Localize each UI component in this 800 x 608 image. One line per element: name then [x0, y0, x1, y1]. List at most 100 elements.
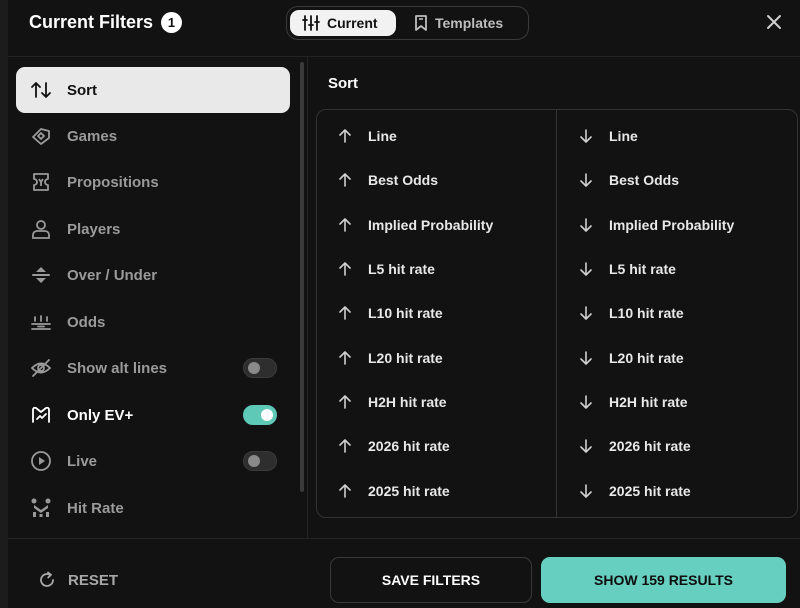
show-results-button[interactable]: SHOW 159 RESULTS — [541, 557, 786, 603]
eye-off-icon — [30, 357, 52, 379]
sort-option-label: L5 hit rate — [368, 261, 435, 277]
sort-descending-option[interactable]: Best Odds — [579, 168, 679, 192]
sort-option-label: 2026 hit rate — [609, 438, 691, 454]
sort-descending-option[interactable]: H2H hit rate — [579, 390, 688, 414]
sort-ascending-option[interactable]: Best Odds — [338, 168, 438, 192]
arrow-down-icon — [580, 351, 592, 365]
sidebar-item-odds[interactable]: Odds — [16, 299, 290, 345]
arrow-up-icon — [339, 173, 351, 187]
toggle-knob — [261, 409, 273, 421]
sort-arrows-icon — [30, 79, 52, 101]
sort-option-label: Best Odds — [368, 172, 439, 188]
sidebar-item-label: Odds — [67, 313, 106, 331]
toggle-knob — [248, 362, 260, 374]
arrow-down-icon — [580, 129, 592, 143]
tab-current-label: Current — [327, 15, 378, 31]
play-circle-icon — [30, 450, 52, 472]
toggle-knob — [248, 455, 260, 467]
show-alt-lines-toggle[interactable] — [243, 358, 277, 378]
sort-option-label: Line — [368, 128, 397, 144]
sort-ascending-option[interactable]: L20 hit rate — [338, 346, 443, 370]
filter-count-badge: 1 — [161, 12, 183, 33]
over-under-icon — [30, 264, 52, 286]
sort-ascending-option[interactable]: L10 hit rate — [338, 301, 443, 325]
sort-ascending-option[interactable]: Line — [338, 124, 397, 148]
sidebar-item-label: Only EV+ — [67, 406, 134, 424]
sliders-icon — [302, 15, 320, 31]
sort-ascending-option[interactable]: H2H hit rate — [338, 390, 447, 414]
close-icon[interactable] — [765, 13, 783, 31]
only-ev-toggle[interactable] — [243, 405, 277, 425]
arrow-down-icon — [580, 262, 592, 276]
sort-option-label: 2025 hit rate — [609, 483, 691, 499]
sort-option-label: 2026 hit rate — [368, 438, 450, 454]
sort-ascending-option[interactable]: Implied Probability — [338, 213, 493, 237]
arrow-up-icon — [339, 129, 351, 143]
sort-option-label: H2H hit rate — [368, 394, 447, 410]
arrow-up-icon — [339, 484, 351, 498]
sort-option-label: L10 hit rate — [368, 305, 443, 321]
ev-icon — [30, 404, 52, 426]
sidebar-item-propositions[interactable]: Propositions — [16, 159, 290, 205]
sort-option-label: L20 hit rate — [368, 350, 443, 366]
ticket-icon — [30, 171, 52, 193]
page-title: Current Filters 1 — [29, 12, 183, 33]
tab-templates-label: Templates — [435, 15, 504, 31]
arrow-down-icon — [580, 218, 592, 232]
arrow-down-icon — [580, 395, 592, 409]
header-divider — [8, 56, 800, 57]
sort-descending-option[interactable]: L5 hit rate — [579, 257, 676, 281]
sort-descending-option[interactable]: L20 hit rate — [579, 346, 684, 370]
arrow-up-icon — [339, 306, 351, 320]
save-filters-button[interactable]: SAVE FILTERS — [330, 557, 532, 603]
sidebar-item-label: Live — [67, 452, 98, 470]
sidebar-item-label: Over / Under — [67, 266, 158, 284]
sort-option-label: Best Odds — [609, 172, 680, 188]
sort-descending-option[interactable]: 2026 hit rate — [579, 434, 691, 458]
sort-descending-option[interactable]: 2025 hit rate — [579, 479, 691, 503]
footer-divider — [8, 538, 800, 539]
sidebar-item-label: Players — [67, 220, 121, 238]
sort-option-label: H2H hit rate — [609, 394, 688, 410]
sidebar-item-label: Hit Rate — [67, 499, 124, 517]
sidebar-item-label: Show alt lines — [67, 359, 168, 377]
live-toggle[interactable] — [243, 451, 277, 471]
sort-descending-option[interactable]: Implied Probability — [579, 213, 734, 237]
arrow-down-icon — [580, 306, 592, 320]
background-edge — [0, 0, 8, 608]
view-switcher: Current Templates — [286, 6, 529, 40]
sort-option-label: 2025 hit rate — [368, 483, 450, 499]
sort-ascending-option[interactable]: L5 hit rate — [338, 257, 435, 281]
sidebar-item-sort[interactable]: Sort — [16, 67, 290, 113]
reset-button[interactable]: RESET — [38, 568, 118, 592]
bookmark-icon — [415, 15, 427, 31]
sort-ascending-option[interactable]: 2026 hit rate — [338, 434, 450, 458]
sidebar-divider — [307, 57, 308, 538]
sort-option-label: Implied Probability — [368, 217, 494, 233]
sidebar-item-players[interactable]: Players — [16, 206, 290, 252]
arrow-down-icon — [580, 173, 592, 187]
arrow-up-icon — [339, 218, 351, 232]
sidebar-item-over-under[interactable]: Over / Under — [16, 252, 290, 298]
sidebar-item-label: Propositions — [67, 173, 159, 191]
user-icon — [30, 218, 52, 240]
arrow-down-icon — [580, 439, 592, 453]
tab-current[interactable]: Current — [290, 10, 396, 36]
sort-column-divider — [556, 110, 557, 517]
sort-option-label: Implied Probability — [609, 217, 735, 233]
odds-icon — [30, 311, 52, 333]
arrow-up-icon — [339, 439, 351, 453]
sort-descending-option[interactable]: Line — [579, 124, 638, 148]
sidebar-item-games[interactable]: Games — [16, 113, 290, 159]
hit-rate-icon — [30, 497, 52, 519]
sidebar-item-hit-rate[interactable]: Hit Rate — [16, 485, 290, 531]
tab-templates[interactable]: Templates — [396, 10, 515, 36]
reset-label: RESET — [68, 571, 119, 589]
sort-option-label: L20 hit rate — [609, 350, 684, 366]
sidebar-scrollbar[interactable] — [300, 62, 304, 492]
sort-descending-option[interactable]: L10 hit rate — [579, 301, 684, 325]
section-title: Sort — [328, 75, 358, 92]
sort-option-label: Line — [609, 128, 638, 144]
sidebar-item-label: Sort — [67, 81, 97, 99]
sort-ascending-option[interactable]: 2025 hit rate — [338, 479, 450, 503]
